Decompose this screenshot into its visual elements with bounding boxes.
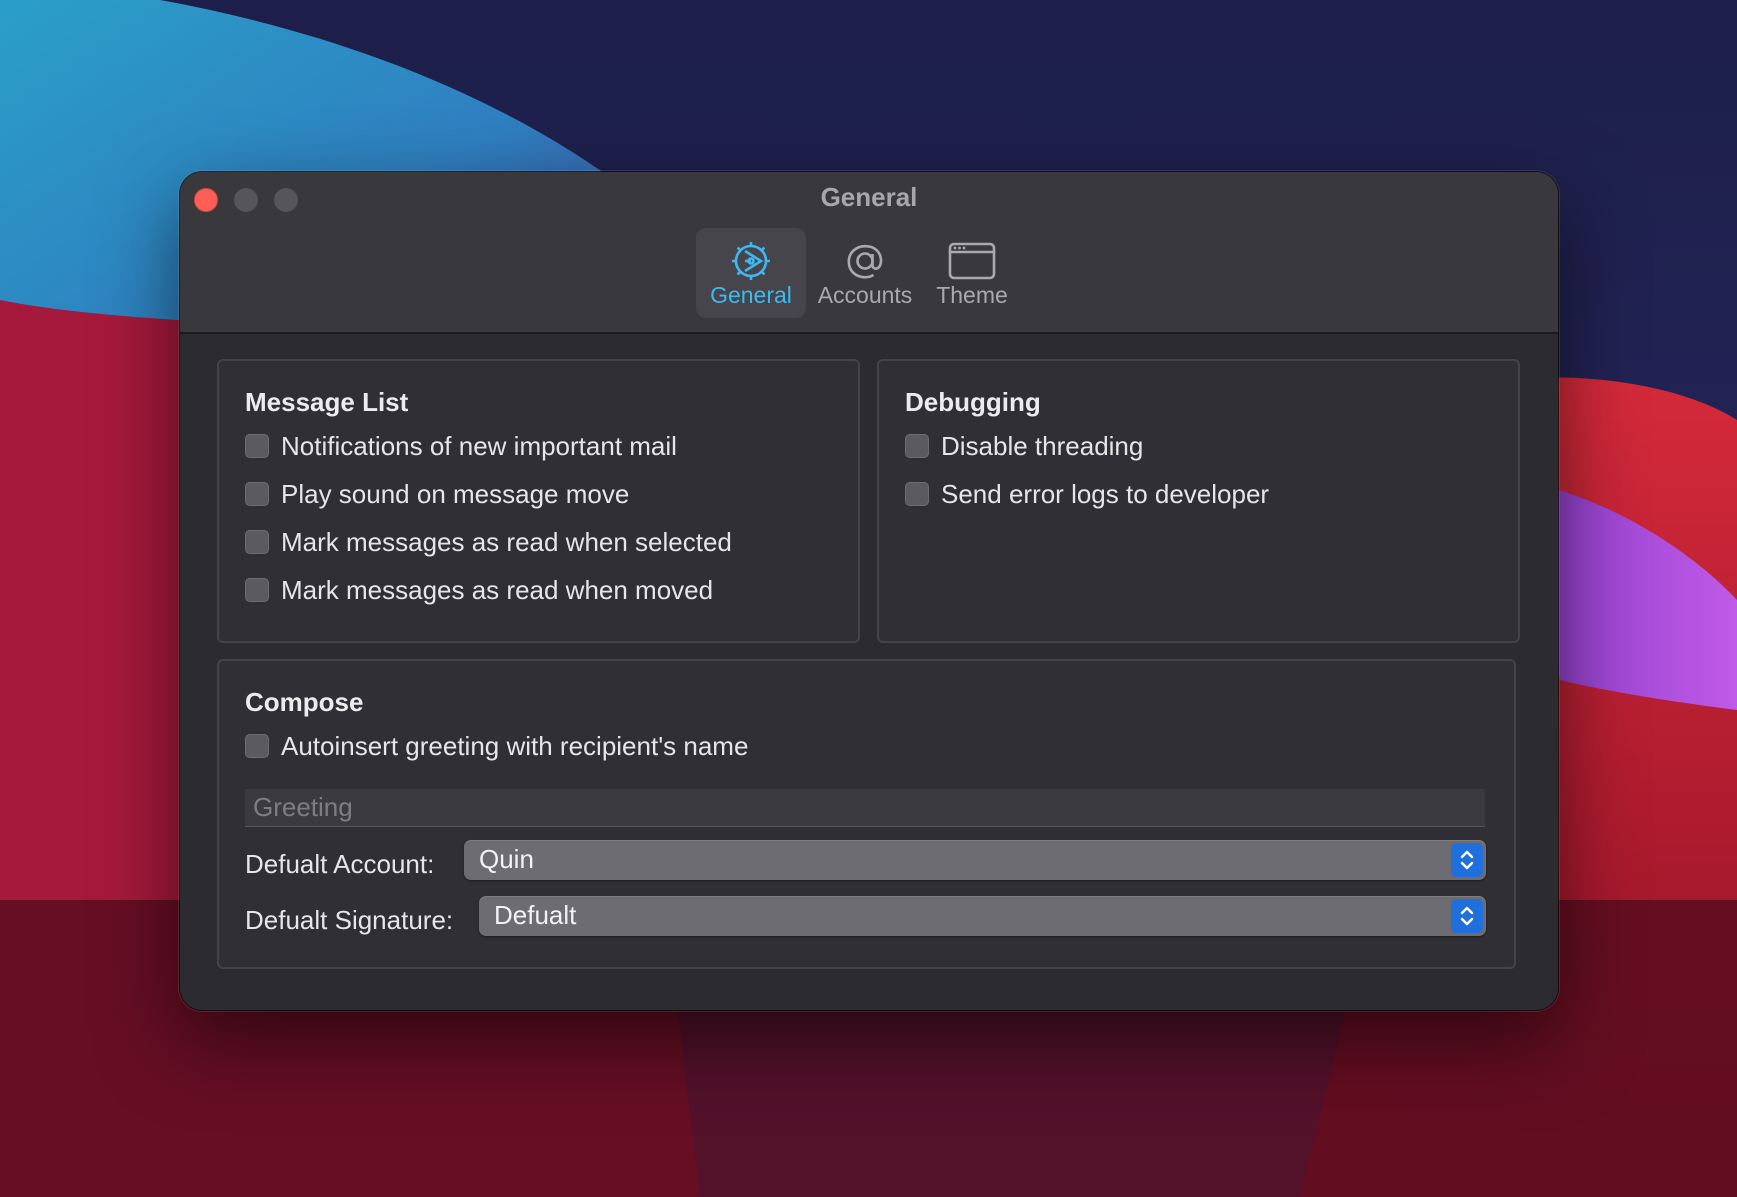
select-value: Defualt xyxy=(494,900,577,930)
default-signature-select[interactable]: Defualt xyxy=(479,896,1486,936)
checkbox[interactable] xyxy=(245,434,269,458)
default-signature-label: Defualt Signature: xyxy=(245,905,454,935)
checkbox[interactable] xyxy=(245,734,269,758)
option-label: Mark messages as read when moved xyxy=(281,574,714,605)
select-value: Quin xyxy=(479,844,534,874)
checkbox[interactable] xyxy=(245,482,269,506)
option-notifications[interactable]: Notifications of new important mail xyxy=(245,429,677,463)
tab-theme-label: Theme xyxy=(936,282,1008,308)
checkbox[interactable] xyxy=(245,530,269,554)
option-play-sound[interactable]: Play sound on message move xyxy=(245,477,629,511)
option-send-error-logs[interactable]: Send error logs to developer xyxy=(905,477,1269,511)
option-label: Disable threading xyxy=(941,430,1144,461)
preferences-window: General General Accounts Theme Message L… xyxy=(180,172,1558,1010)
compose-panel: Compose Autoinsert greeting with recipie… xyxy=(217,659,1516,969)
option-label: Send error logs to developer xyxy=(941,478,1270,509)
greeting-input[interactable] xyxy=(245,789,1485,827)
chevron-up-down-icon xyxy=(1451,899,1483,933)
panel-title: Message List xyxy=(245,387,409,417)
at-sign-icon xyxy=(814,238,916,284)
default-account-select[interactable]: Quin xyxy=(464,840,1486,880)
tab-accounts[interactable]: Accounts xyxy=(814,228,916,318)
debugging-panel: Debugging Disable threading Send error l… xyxy=(877,359,1520,643)
gear-icon xyxy=(696,238,806,284)
option-label: Play sound on message move xyxy=(281,478,630,509)
panel-title: Compose xyxy=(245,687,364,717)
option-mark-read-selected[interactable]: Mark messages as read when selected xyxy=(245,525,732,559)
checkbox[interactable] xyxy=(245,578,269,602)
tab-theme[interactable]: Theme xyxy=(924,228,1020,318)
option-autoinsert-greeting[interactable]: Autoinsert greeting with recipient's nam… xyxy=(245,729,748,763)
checkbox[interactable] xyxy=(905,482,929,506)
tab-accounts-label: Accounts xyxy=(817,282,913,308)
option-disable-threading[interactable]: Disable threading xyxy=(905,429,1143,463)
panel-title: Debugging xyxy=(905,387,1041,417)
option-label: Notifications of new important mail xyxy=(281,430,677,461)
window-title: General xyxy=(820,182,918,212)
option-label: Mark messages as read when selected xyxy=(281,526,732,557)
checkbox[interactable] xyxy=(905,434,929,458)
window-icon xyxy=(924,238,1020,284)
default-account-label: Defualt Account: xyxy=(245,849,435,879)
option-label: Autoinsert greeting with recipient's nam… xyxy=(281,730,749,761)
chevron-up-down-icon xyxy=(1451,843,1483,877)
tab-general[interactable]: General xyxy=(696,228,806,318)
titlebar: General General Accounts Theme xyxy=(180,172,1558,334)
message-list-panel: Message List Notifications of new import… xyxy=(217,359,860,643)
tab-general-label: General xyxy=(710,282,792,308)
option-mark-read-moved[interactable]: Mark messages as read when moved xyxy=(245,573,713,607)
